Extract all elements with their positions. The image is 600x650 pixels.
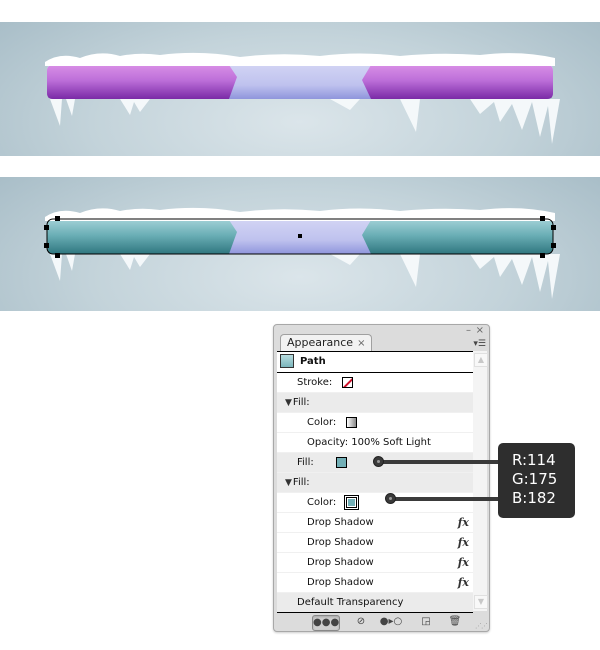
purple-bar-artwork xyxy=(45,52,560,144)
fill-label: Fill: xyxy=(297,457,314,468)
effect-label: Drop Shadow xyxy=(307,517,374,528)
scrollbar[interactable]: ▲ ▼ xyxy=(473,351,488,611)
path-thumbnail xyxy=(280,354,294,368)
reduce-to-basic-appearance-icon[interactable]: ●▸○ xyxy=(378,615,404,629)
stroke-row[interactable]: Stroke: xyxy=(277,373,473,393)
opacity-label: Opacity: 100% Soft Light xyxy=(307,437,431,448)
gradient-swatch[interactable] xyxy=(346,416,358,428)
tab-close-icon[interactable]: × xyxy=(357,338,365,349)
drop-shadow-row[interactable]: Drop Shadow fx xyxy=(277,573,473,593)
drop-shadow-row[interactable]: Drop Shadow fx xyxy=(277,553,473,573)
color-label: Color: xyxy=(307,497,337,508)
preview-teal-bar xyxy=(0,177,600,311)
tab-appearance[interactable]: Appearance × xyxy=(280,334,373,351)
minimize-icon[interactable]: – xyxy=(466,326,471,336)
icicles xyxy=(50,99,560,144)
red-value: R:114 xyxy=(512,451,556,469)
stroke-label: Stroke: xyxy=(297,377,333,388)
panel-titlebar: Appearance × – × ▾☰ xyxy=(274,325,489,351)
bar-left-segment xyxy=(47,65,237,99)
expand-triangle-icon[interactable]: ▼ xyxy=(285,393,292,413)
callout-line-color xyxy=(390,497,500,501)
bar-right-segment xyxy=(362,220,553,254)
scroll-down-icon[interactable]: ▼ xyxy=(474,595,488,609)
duplicate-item-icon[interactable]: ◲ xyxy=(419,615,433,629)
drop-shadow-row[interactable]: Drop Shadow fx xyxy=(277,513,473,533)
fill-row-1[interactable]: ▼Fill: xyxy=(277,393,473,413)
fx-icon[interactable]: fx xyxy=(458,513,469,533)
effect-label: Drop Shadow xyxy=(307,537,374,548)
expand-triangle-icon[interactable]: ▼ xyxy=(285,473,292,493)
transparency-label: Default Transparency xyxy=(297,597,404,608)
clear-appearance-icon[interactable]: ⊘ xyxy=(354,615,368,629)
effect-label: Drop Shadow xyxy=(307,557,374,568)
bar-left-segment xyxy=(47,220,237,254)
new-art-maintains-appearance-icon[interactable]: ●●● xyxy=(312,615,340,631)
callout-line-fill xyxy=(378,460,500,464)
fill-color-row-3[interactable]: Color: xyxy=(277,493,473,513)
effect-label: Drop Shadow xyxy=(307,577,374,588)
callout-dot-color xyxy=(385,493,396,504)
teal-fill-swatch[interactable] xyxy=(335,456,347,468)
fill-color-row-1[interactable]: Color: xyxy=(277,413,473,433)
callout-dot-fill xyxy=(373,456,384,467)
bar-right-segment xyxy=(362,65,553,99)
resize-grip-icon[interactable]: ⋰⋰ xyxy=(475,622,488,630)
fx-icon[interactable]: fx xyxy=(458,553,469,573)
opacity-row[interactable]: Opacity: 100% Soft Light xyxy=(277,433,473,453)
fill-label: Fill: xyxy=(292,477,310,488)
fill-row-3[interactable]: ▼Fill: xyxy=(277,473,473,493)
default-transparency-row[interactable]: Default Transparency xyxy=(277,593,473,612)
path-header-row[interactable]: Path xyxy=(277,352,473,373)
panel-menu-icon[interactable]: ▾☰ xyxy=(473,339,486,349)
delete-item-icon[interactable]: 🗑 xyxy=(448,615,462,629)
path-label: Path xyxy=(300,356,326,367)
snow-cap xyxy=(45,52,555,66)
preview-purple-bar xyxy=(0,22,600,156)
fill-label: Fill: xyxy=(292,397,310,408)
tab-label: Appearance xyxy=(287,336,354,349)
close-icon[interactable]: × xyxy=(476,326,484,336)
appearance-list: Path Stroke: ▼Fill: Color: Opacity: 100%… xyxy=(277,351,473,613)
teal-bar-artwork xyxy=(44,207,560,299)
blue-value: B:182 xyxy=(512,489,556,507)
appearance-panel: Appearance × – × ▾☰ Path Stroke: ▼Fill: C… xyxy=(273,324,490,632)
color-label: Color: xyxy=(307,417,337,428)
icicles xyxy=(50,254,560,299)
panel-footer: ●●● ⊘ ●▸○ ◲ 🗑 ⋰⋰ xyxy=(274,613,489,631)
stroke-none-swatch[interactable] xyxy=(342,376,354,388)
scroll-up-icon[interactable]: ▲ xyxy=(474,353,488,367)
fx-icon[interactable]: fx xyxy=(458,533,469,553)
rgb-value-callout: R:114 G:175 B:182 xyxy=(498,443,575,518)
drop-shadow-row[interactable]: Drop Shadow fx xyxy=(277,533,473,553)
teal-color-swatch[interactable] xyxy=(344,494,360,510)
fx-icon[interactable]: fx xyxy=(458,573,469,593)
green-value: G:175 xyxy=(512,470,558,488)
